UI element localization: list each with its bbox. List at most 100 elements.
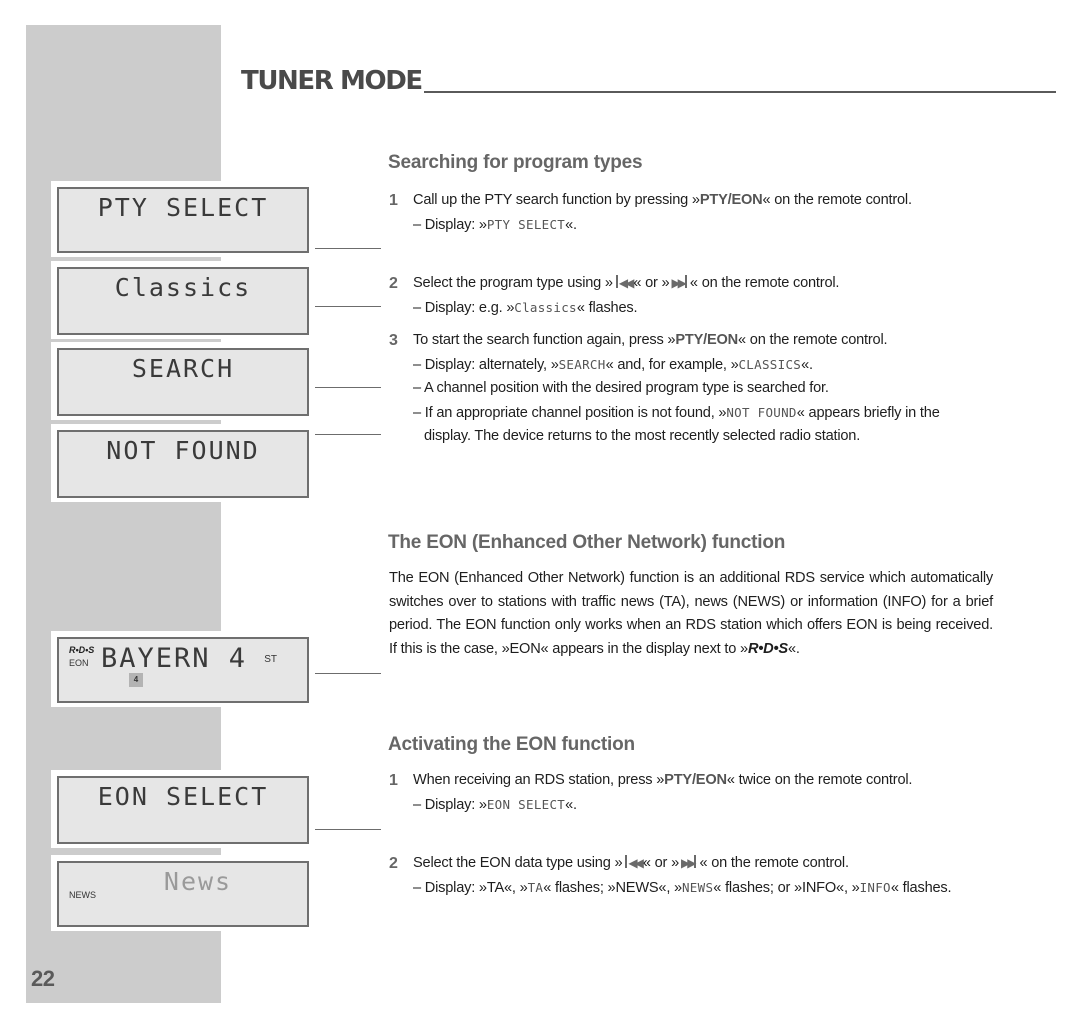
step-text: To start the search function again, pres… xyxy=(413,329,993,353)
text: «. xyxy=(565,796,577,813)
display-search: SEARCH xyxy=(51,342,315,420)
lcd-screen: R•D•S EON BAYERN 4 ST 4 xyxy=(57,637,309,703)
connector-line xyxy=(315,248,381,249)
display-ref: NEWS xyxy=(681,879,714,895)
skip-back-icon: ◀◀ xyxy=(615,272,634,296)
activate-step-2: 2 Select the EON data type using » ◀◀ « or… xyxy=(389,852,993,900)
text: « or » xyxy=(642,855,679,871)
display-eon-select: EON SELECT xyxy=(51,770,315,848)
connector-line xyxy=(315,387,381,388)
preset-number: 4 xyxy=(129,673,143,687)
page-title: TUNER MODE xyxy=(241,66,423,96)
lcd-screen: Classics xyxy=(57,267,309,335)
step-number: 3 xyxy=(389,332,398,349)
step-text: Select the EON data type using » ◀◀ « or »… xyxy=(413,852,993,876)
display-ref: TA xyxy=(527,879,544,895)
pty-step-2: 2 Select the program type using » ◀◀ « or … xyxy=(389,272,993,320)
skip-forward-icon: ▶▶ xyxy=(671,272,687,296)
display-ref: Classics xyxy=(514,299,577,315)
text: « on the remote control. xyxy=(738,332,888,348)
connector-line xyxy=(315,306,381,307)
text: « flashes; or »INFO«, » xyxy=(713,879,860,896)
text: « twice on the remote control. xyxy=(726,772,913,788)
lcd-text: EON SELECT xyxy=(97,782,269,811)
connector-line xyxy=(315,434,381,435)
rds-logo-inline: R•D•S xyxy=(747,640,788,657)
lcd-screen: PTY SELECT xyxy=(57,187,309,253)
display-not-found: NOT FOUND xyxy=(51,424,315,502)
text: «. xyxy=(787,640,800,657)
page-number: 22 xyxy=(31,966,55,991)
pty-step-3: 3 To start the search function again, pr… xyxy=(389,329,993,449)
connector-line xyxy=(315,829,381,830)
key-name: PTY/EON xyxy=(675,332,739,348)
text: « and, for example, » xyxy=(605,356,739,373)
text: To start the search function again, pres… xyxy=(413,332,676,348)
skip-forward-icon: ▶▶ xyxy=(681,852,697,876)
step-number: 1 xyxy=(389,772,398,789)
lcd-text: News xyxy=(163,867,233,896)
text: Select the program type using » xyxy=(413,275,613,291)
text: «. xyxy=(565,216,577,233)
lcd-text: BAYERN 4 xyxy=(101,643,248,674)
display-ref: NOT FOUND xyxy=(726,404,797,420)
display-classics: Classics xyxy=(51,261,315,339)
display-ref: PTY SELECT xyxy=(486,216,566,232)
text: – Display: alternately, » xyxy=(413,356,559,373)
lcd-screen: EON SELECT xyxy=(57,776,309,844)
activate-step-1: 1 When receiving an RDS station, press »… xyxy=(389,769,993,817)
text: The EON (Enhanced Other Network) functio… xyxy=(389,570,993,657)
display-ref: INFO xyxy=(859,879,891,895)
step-subnote: – If an appropriate channel position is … xyxy=(413,401,993,449)
title-rule xyxy=(423,91,1056,93)
display-news: NEWS News xyxy=(51,855,315,931)
text: – Display: » xyxy=(413,216,487,233)
section-heading-pty: Searching for program types xyxy=(388,152,643,173)
text: « or » xyxy=(633,275,670,291)
text: Call up the PTY search function by press… xyxy=(413,192,700,208)
step-number: 1 xyxy=(389,192,398,209)
step-subnote: – Display: »PTY SELECT«. xyxy=(413,213,993,238)
display-ref: CLASSICS xyxy=(738,356,802,372)
display-ref: EON SELECT xyxy=(486,796,566,812)
key-name: PTY/EON xyxy=(699,192,763,208)
stereo-indicator: ST xyxy=(264,654,277,665)
skip-back-icon: ◀◀ xyxy=(624,852,644,876)
step-number: 2 xyxy=(389,275,398,292)
text: « flashes. xyxy=(890,879,952,896)
text: « on the remote control. xyxy=(699,855,849,871)
lcd-text: NOT FOUND xyxy=(106,436,260,465)
lcd-screen: NOT FOUND xyxy=(57,430,309,498)
display-ref: SEARCH xyxy=(558,356,606,372)
eon-indicator: EON xyxy=(69,658,89,668)
lcd-text: Classics xyxy=(114,273,252,302)
step-subnote: – Display: »EON SELECT«. xyxy=(413,793,993,818)
text: « flashes. xyxy=(576,299,638,316)
step-text: Select the program type using » ◀◀ « or » ▶… xyxy=(413,272,993,296)
lcd-text: SEARCH xyxy=(131,354,235,383)
step-text: Call up the PTY search function by press… xyxy=(413,189,993,213)
text: «. xyxy=(801,356,813,373)
step-subnote: – A channel position with the desired pr… xyxy=(413,380,829,396)
text: « on the remote control. xyxy=(689,275,840,291)
pty-step-1: 1 Call up the PTY search function by pre… xyxy=(389,189,993,237)
lcd-screen: NEWS News xyxy=(57,861,309,927)
display-bayern: R•D•S EON BAYERN 4 ST 4 xyxy=(51,631,315,707)
connector-line xyxy=(315,673,381,674)
key-name: PTY/EON xyxy=(664,772,727,788)
text: – Display: »TA«, » xyxy=(413,879,528,896)
text: – Display: » xyxy=(413,796,487,813)
text: « flashes; »NEWS«, » xyxy=(543,879,682,896)
rds-logo: R•D•S xyxy=(69,645,95,655)
step-subnote: – Display: e.g. »Classics« flashes. xyxy=(413,296,993,321)
step-subnote: – Display: alternately, »SEARCH« and, fo… xyxy=(413,353,993,378)
section-heading-eon: The EON (Enhanced Other Network) functio… xyxy=(388,532,786,553)
step-subnote: – Display: »TA«, »TA« flashes; »NEWS«, »… xyxy=(413,876,993,901)
display-pty-select: PTY SELECT xyxy=(51,181,315,257)
text: Select the EON data type using » xyxy=(413,855,623,871)
eon-description: The EON (Enhanced Other Network) functio… xyxy=(389,567,993,661)
text: When receiving an RDS station, press » xyxy=(413,772,665,788)
lcd-text: PTY SELECT xyxy=(97,193,269,222)
text: – If an appropriate channel position is … xyxy=(413,404,727,421)
text: « on the remote control. xyxy=(762,192,913,208)
